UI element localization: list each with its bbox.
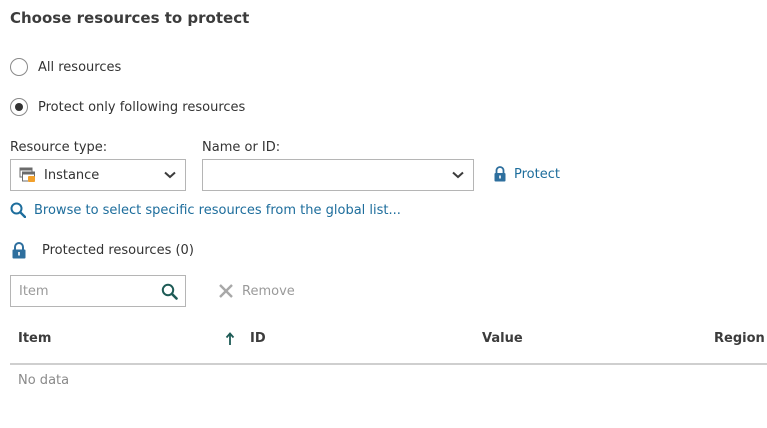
close-icon [218, 283, 234, 299]
remove-button[interactable]: Remove [218, 283, 295, 299]
radio-following-resources[interactable]: Protect only following resources [10, 97, 245, 117]
radio-all-resources[interactable]: All resources [10, 57, 121, 77]
protected-resources-heading: Protected resources (0) [12, 242, 194, 259]
item-filter[interactable] [10, 275, 186, 307]
column-header-value[interactable]: Value [482, 331, 523, 346]
radio-following-resources-label: Protect only following resources [38, 99, 246, 115]
instance-icon [19, 167, 37, 183]
protect-button[interactable]: Protect [494, 166, 560, 182]
resource-type-select[interactable]: Instance [10, 159, 186, 191]
column-header-region[interactable]: Region [714, 331, 765, 346]
remove-button-label: Remove [242, 283, 295, 299]
item-filter-input[interactable] [19, 283, 149, 299]
sort-ascending-icon[interactable] [225, 332, 235, 346]
protect-button-label: Protect [514, 166, 560, 182]
column-header-id[interactable]: ID [250, 331, 266, 346]
lock-icon [12, 242, 26, 259]
column-header-item[interactable]: Item [18, 331, 51, 346]
lock-icon [494, 166, 506, 182]
resource-type-value: Instance [44, 167, 100, 183]
protected-resources-label: Protected resources (0) [42, 243, 194, 258]
radio-all-resources-label: All resources [38, 59, 122, 75]
radio-all-resources-circle[interactable] [10, 58, 28, 76]
chevron-down-icon [452, 171, 464, 179]
browse-global-list-link[interactable]: Browse to select specific resources from… [10, 202, 401, 218]
chevron-down-icon [164, 171, 176, 179]
table-header-divider [10, 363, 767, 365]
table-empty-message: No data [18, 373, 70, 388]
browse-link-label: Browse to select specific resources from… [34, 202, 401, 218]
search-icon [10, 202, 26, 218]
resource-type-label: Resource type: [10, 140, 108, 155]
radio-following-resources-circle[interactable] [10, 98, 28, 116]
search-icon[interactable] [161, 283, 178, 300]
name-or-id-label: Name or ID: [202, 140, 281, 155]
name-or-id-select[interactable] [202, 159, 474, 191]
section-title: Choose resources to protect [10, 9, 250, 27]
